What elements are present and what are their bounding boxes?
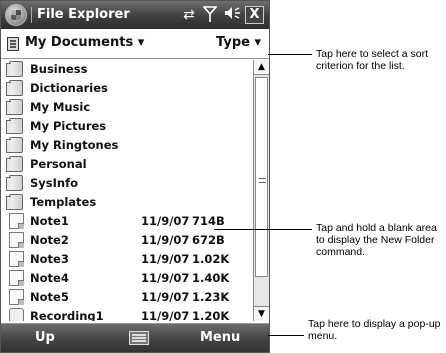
item-name: My Ringtones (30, 138, 119, 152)
title-divider (31, 7, 32, 23)
item-name: Note2 (30, 233, 69, 247)
location-bar: My Documents ▾ Type ▾ (1, 29, 269, 59)
list-item[interactable]: My Pictures (1, 117, 253, 136)
list-item[interactable]: My Ringtones (1, 136, 253, 155)
callout-new-folder-note: Tap and hold a blank area to display the… (316, 222, 437, 258)
list-item[interactable]: Business (1, 60, 253, 79)
item-name: My Pictures (30, 119, 107, 133)
list-item[interactable]: Note2 11/9/07 672B (1, 231, 253, 250)
up-softkey[interactable]: Up (35, 330, 55, 345)
item-name: SysInfo (30, 176, 78, 190)
audio-icon (9, 308, 24, 321)
scroll-down-arrow-icon[interactable]: ▼ (254, 306, 269, 321)
list-item[interactable]: SysInfo (1, 174, 253, 193)
folder-icon (6, 99, 23, 115)
list-item[interactable]: Note5 11/9/07 1.23K (1, 288, 253, 307)
location-dropdown[interactable]: My Documents ▾ (25, 35, 144, 50)
item-name: Recording1 (30, 309, 104, 321)
note-icon (9, 289, 24, 305)
list-item[interactable]: Recording1 11/9/07 1.20K (1, 307, 253, 321)
note-icon (9, 232, 24, 248)
title-bar: File Explorer ⇄ X (1, 1, 269, 29)
file-list[interactable]: Business Dictionaries My Music My Pictur… (1, 60, 253, 321)
item-date: 11/9/07 (141, 290, 190, 304)
item-name: My Music (30, 100, 91, 114)
item-size: 1.23K (192, 290, 230, 304)
note-icon (9, 270, 24, 286)
list-item[interactable]: Personal (1, 155, 253, 174)
item-name: Business (30, 62, 88, 76)
folder-icon (6, 61, 23, 77)
folder-icon (6, 118, 23, 134)
note-icon (9, 213, 24, 229)
item-name: Note5 (30, 290, 69, 304)
item-date: 11/9/07 (141, 214, 190, 228)
item-name: Dictionaries (30, 81, 108, 95)
sync-icon[interactable]: ⇄ (179, 5, 199, 25)
close-button[interactable]: X (245, 6, 264, 24)
menu-softkey[interactable]: Menu (200, 330, 240, 345)
callout-sort-note: Tap here to select a sort criterion for … (316, 48, 429, 72)
list-item[interactable]: Templates (1, 193, 253, 212)
folder-icon (6, 194, 23, 210)
folder-icon (6, 175, 23, 191)
folder-icon (6, 156, 23, 172)
volume-icon[interactable] (223, 5, 241, 25)
item-date: 11/9/07 (141, 233, 190, 247)
item-size: 1.02K (192, 252, 230, 266)
item-date: 11/9/07 (141, 271, 190, 285)
start-icon[interactable] (5, 4, 27, 26)
softkey-bar: Up Menu (1, 323, 269, 352)
sort-dropdown[interactable]: Type ▾ (216, 35, 261, 50)
app-title: File Explorer (37, 7, 130, 22)
item-size: 714B (192, 214, 225, 228)
item-size: 672B (192, 233, 225, 247)
item-name: Note3 (30, 252, 69, 266)
callout-line (268, 54, 312, 55)
scroll-thumb[interactable] (255, 77, 268, 277)
item-size: 1.40K (192, 271, 230, 285)
list-item[interactable]: Note4 11/9/07 1.40K (1, 269, 253, 288)
callout-line (268, 335, 304, 336)
document-icon (7, 37, 19, 51)
item-name: Personal (30, 157, 87, 171)
item-date: 11/9/07 (141, 309, 190, 321)
note-icon (9, 251, 24, 267)
vertical-scrollbar[interactable]: ▲ ▼ (253, 60, 269, 321)
item-name: Note4 (30, 271, 69, 285)
list-item[interactable]: Note3 11/9/07 1.02K (1, 250, 253, 269)
scroll-up-arrow-icon[interactable]: ▲ (254, 60, 269, 75)
folder-icon (6, 137, 23, 153)
folder-icon (6, 80, 23, 96)
item-name: Note1 (30, 214, 69, 228)
item-size: 1.20K (192, 309, 230, 321)
callout-line (214, 229, 312, 230)
callout-menu-note: Tap here to display a pop-up menu. (308, 318, 441, 342)
list-item[interactable]: My Music (1, 98, 253, 117)
scroll-grip-icon (259, 178, 266, 183)
keyboard-icon[interactable] (129, 331, 149, 345)
list-item[interactable]: Dictionaries (1, 79, 253, 98)
item-date: 11/9/07 (141, 252, 190, 266)
item-name: Templates (30, 195, 97, 209)
device-screen: File Explorer ⇄ X My Documents ▾ Type ▾ … (0, 0, 270, 353)
signal-icon[interactable] (201, 5, 219, 25)
